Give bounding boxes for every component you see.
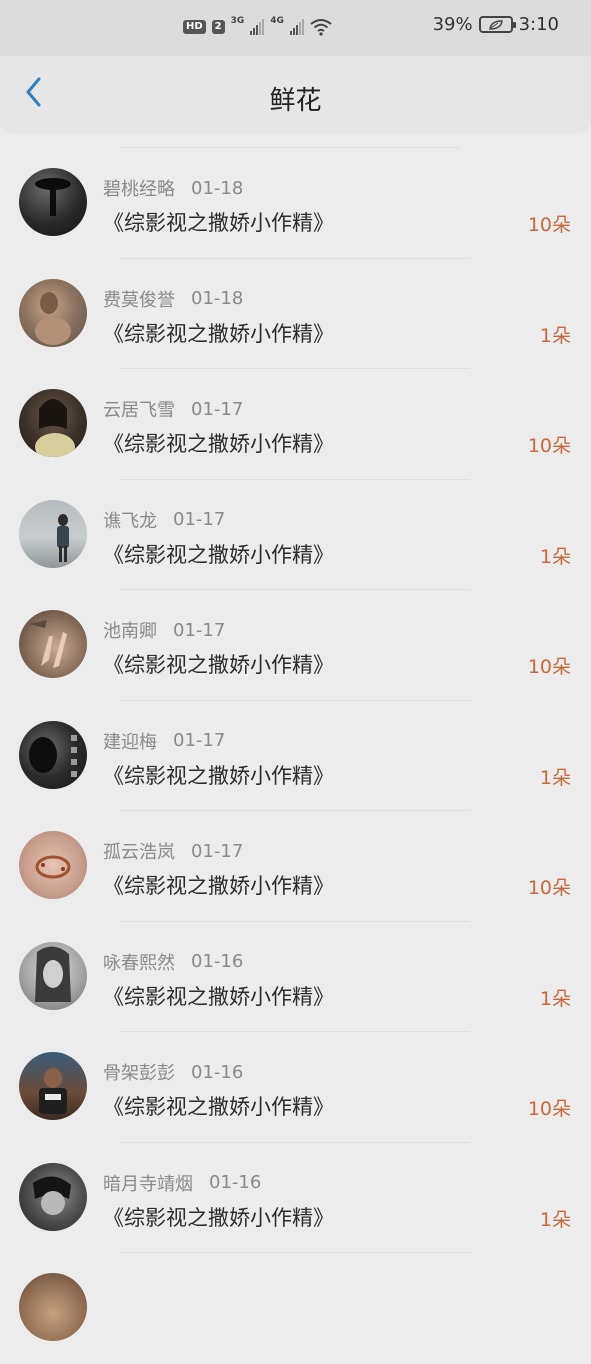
flower-count: 1朵 (539, 987, 571, 1010)
avatar[interactable] (19, 168, 87, 236)
date: 01-17 (173, 619, 226, 641)
list-item[interactable]: 孤云浩岚 01-17 《综影视之撒娇小作精》 10朵 (0, 811, 591, 922)
date: 01-17 (173, 509, 226, 530)
book-title: 《综影视之撒娇小作精》 (103, 984, 334, 1009)
user-name: 云居飞雪 (103, 400, 175, 421)
list-item[interactable]: 费莫俊誉 01-18 《综影视之撒娇小作精》 1朵 (0, 259, 591, 369)
date: 01-17 (191, 840, 244, 862)
avatar[interactable] (19, 610, 87, 678)
user-name: 咏春熙然 (103, 952, 175, 974)
book-title: 《综影视之撒娇小作精》 (103, 211, 334, 235)
date: 01-18 (191, 177, 244, 199)
avatar[interactable] (19, 499, 87, 568)
list-item[interactable]: 碧桃经略 01-18 《综影视之撒娇小作精》 10朵 (0, 148, 591, 259)
list-item[interactable] (0, 1253, 591, 1364)
book-title: 《综影视之撒娇小作精》 (103, 653, 334, 677)
flower-count: 1朵 (539, 1208, 571, 1231)
list-item[interactable]: 池南卿 01-17 《综影视之撒娇小作精》 10朵 (0, 590, 591, 701)
page-title: 鲜花 (269, 86, 322, 116)
network-type-1: 3G (230, 16, 245, 26)
avatar[interactable] (19, 278, 87, 347)
header: 鲜花 (0, 56, 591, 130)
date: 01-17 (191, 398, 244, 420)
user-name: 孤云浩岚 (103, 842, 175, 863)
date: 01-16 (209, 1172, 262, 1193)
list-item[interactable]: 骨架彭彭 01-16 《综影视之撒娇小作精》 10朵 (0, 1032, 591, 1143)
book-title: 《综影视之撒娇小作精》 (103, 1205, 334, 1230)
user-name: 池南卿 (103, 621, 157, 642)
book-title: 《综影视之撒娇小作精》 (103, 321, 334, 346)
avatar[interactable] (19, 1273, 87, 1341)
list-item[interactable]: 云居飞雪 01-17 《综影视之撒娇小作精》 10朵 (0, 369, 591, 480)
list-item[interactable]: 谯飞龙 01-17 《综影视之撒娇小作精》 1朵 (0, 480, 591, 590)
book-title: 《综影视之撒娇小作精》 (103, 432, 334, 456)
avatar[interactable] (19, 720, 87, 789)
book-title: 《综影视之撒娇小作精》 (103, 763, 334, 788)
avatar[interactable] (19, 831, 87, 899)
book-title: 《综影视之撒娇小作精》 (103, 542, 334, 567)
list-item[interactable]: 建迎梅 01-17 《综影视之撒娇小作精》 1朵 (0, 701, 591, 811)
list-item[interactable]: 暗月寺靖烟 01-16 《综影视之撒娇小作精》 1朵 (0, 1143, 591, 1253)
book-title: 《综影视之撒娇小作精》 (103, 1095, 334, 1119)
flower-count: 1朵 (539, 545, 571, 568)
hd-badge: HD (183, 20, 206, 34)
user-name: 碧桃经略 (103, 179, 175, 200)
list-item[interactable]: 咏春熙然 01-16 《综影视之撒娇小作精》 1朵 (0, 922, 591, 1032)
avatar[interactable] (19, 1162, 87, 1231)
signal-icon (289, 19, 304, 35)
status-bar: HD 2 3G 4G 39% 3:10 (0, 0, 591, 56)
flower-count: 10朵 (527, 656, 571, 678)
wifi-icon (310, 19, 332, 36)
clock: 3:10 (518, 14, 559, 35)
flower-count: 1朵 (539, 324, 571, 347)
flower-count: 1朵 (539, 766, 571, 789)
avatar[interactable] (19, 941, 87, 1010)
date: 01-17 (173, 730, 226, 751)
status-right: 39% 3:10 (433, 14, 559, 35)
user-name: 建迎梅 (103, 731, 157, 753)
signal-icon (250, 19, 265, 35)
flower-count: 10朵 (527, 1098, 571, 1120)
user-name: 暗月寺靖烟 (103, 1173, 193, 1195)
avatar[interactable] (19, 1052, 87, 1120)
book-title: 《综影视之撒娇小作精》 (103, 874, 334, 898)
date: 01-16 (191, 951, 244, 972)
date: 01-16 (191, 1061, 244, 1083)
user-name: 费莫俊誉 (103, 289, 175, 311)
user-name: 骨架彭彭 (103, 1063, 175, 1084)
leaf-icon (488, 19, 503, 30)
user-name: 谯飞龙 (103, 510, 157, 532)
avatar[interactable] (19, 389, 87, 457)
flower-count: 10朵 (527, 435, 571, 457)
date: 01-18 (191, 288, 244, 309)
battery-icon (478, 16, 516, 33)
flower-count: 10朵 (527, 877, 571, 899)
battery-percent: 39% (432, 14, 473, 35)
sim-badge: 2 (211, 20, 225, 34)
gift-record-list: 碧桃经略 01-18 《综影视之撒娇小作精》 10朵 费莫俊誉 01-18 《综影视… (0, 148, 591, 1364)
network-type-2: 4G (270, 16, 284, 26)
network-indicators: HD 2 3G 4G (183, 16, 332, 36)
flower-count: 10朵 (527, 214, 571, 236)
